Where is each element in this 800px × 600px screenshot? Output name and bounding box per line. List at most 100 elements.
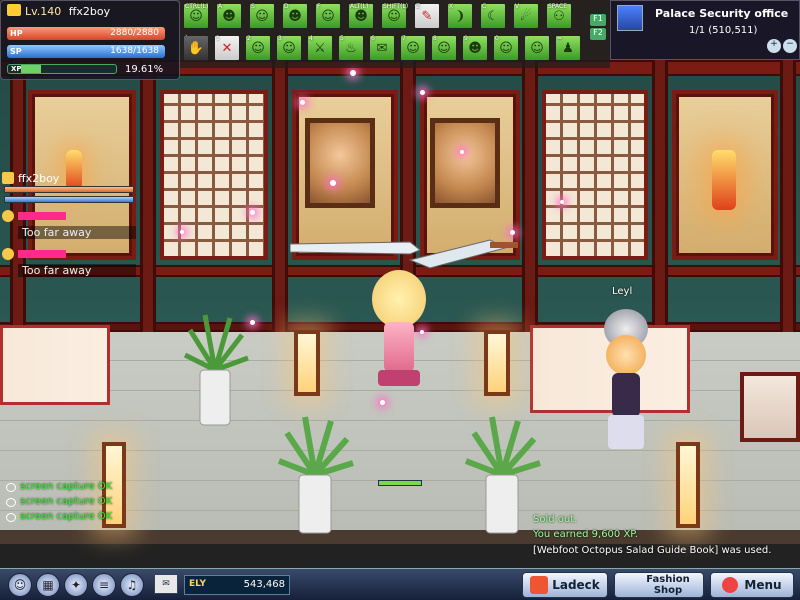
potted-plant xyxy=(464,416,541,534)
skill-slot[interactable]: 6 ✉ xyxy=(369,35,395,61)
skill-slot[interactable]: X ❩ xyxy=(447,3,473,29)
chat-icon xyxy=(6,483,16,492)
ladeck-button[interactable]: Ladeck xyxy=(522,572,608,598)
hp-bar: HP 2880/2880 xyxy=(7,27,165,40)
skill-slot[interactable]: 8 ☺ xyxy=(431,35,457,61)
slot-key-label: 2 xyxy=(247,35,251,42)
skill-slot[interactable]: 4 ⚔ xyxy=(307,35,333,61)
hotbar-page-button[interactable]: F1 xyxy=(590,14,606,26)
skill-slot[interactable]: 9 ☻ xyxy=(462,35,488,61)
skill-slot[interactable]: = ♟ xyxy=(555,35,581,61)
bottom-toolbar: ☺ ▦ ✦ ≡ ♫ ✉ ELY 543,468 Ladeck Fashion S… xyxy=(0,568,800,600)
fashion-label-line1: Fashion xyxy=(646,574,690,585)
xp-percent: 19.61% xyxy=(125,64,164,75)
slot-key-label: 9 xyxy=(464,35,468,42)
system-item-used-message: [Webfoot Octopus Salad Guide Book] was u… xyxy=(533,545,772,556)
candle-icon xyxy=(712,150,736,210)
slot-key-label: ALT(L) xyxy=(350,3,369,10)
slot-key-label: = xyxy=(557,35,563,42)
currency-amount: 543,468 xyxy=(243,579,285,590)
menu-button[interactable]: Menu xyxy=(710,572,794,598)
skill-slot[interactable]: S ☺ xyxy=(249,3,275,29)
slot-key-label: S xyxy=(251,3,255,10)
npc-character[interactable] xyxy=(598,305,654,455)
slot-key-label: X xyxy=(449,3,454,10)
portrait-painting xyxy=(305,118,375,208)
skill-slot[interactable]: 7 ☺ xyxy=(400,35,426,61)
portrait-painting xyxy=(430,118,500,208)
player-status-panel: Lv.140 ffx2boy HP 2880/2880 SP 1638/1638 X… xyxy=(0,0,180,80)
skill-slot[interactable]: 2 ☺ xyxy=(245,35,271,61)
character-icon[interactable]: ☺ xyxy=(8,573,32,597)
player-character[interactable] xyxy=(364,270,434,388)
party-leader-name: ffx2boy xyxy=(18,172,60,185)
slot-key-label: SHIFT(L) xyxy=(383,3,409,10)
slot-key-label: 4 xyxy=(309,35,313,42)
map-coords: (510,511) xyxy=(708,25,758,36)
party-member-name-redacted xyxy=(18,212,66,220)
skill-slot[interactable]: ALT(L) ☻ xyxy=(348,3,374,29)
pet-hp-bar xyxy=(378,480,422,486)
skill-slot[interactable]: SPACE ⚇ xyxy=(546,3,572,29)
slot-key-label: 6 xyxy=(371,35,375,42)
chat-line: screen capture OK xyxy=(20,511,113,522)
lamp-icon xyxy=(294,330,320,396)
skill-slot[interactable]: SHIFT(L) ☺ xyxy=(381,3,409,29)
lamp-icon xyxy=(676,442,700,528)
skill-slot[interactable]: A ☻ xyxy=(216,3,242,29)
slot-key-label: 7 xyxy=(402,35,406,42)
skill-slot[interactable]: 1 ✕ xyxy=(214,35,240,61)
game-scene: Leyl xyxy=(0,0,800,600)
zoom-in-icon[interactable]: + xyxy=(767,39,781,53)
chat-line: screen capture OK xyxy=(20,481,113,492)
slot-key-label: - xyxy=(526,35,529,42)
player-level: Lv.140 xyxy=(25,5,62,18)
lamp-icon xyxy=(484,330,510,396)
xp-fill xyxy=(21,65,41,73)
player-nametag: Leyl xyxy=(612,286,633,297)
star-icon xyxy=(2,248,14,260)
skill-slot[interactable]: F ☺ xyxy=(315,3,341,29)
zoom-out-icon[interactable]: − xyxy=(783,39,797,53)
map-title: Palace Security office xyxy=(655,7,789,20)
hotbar-page-button[interactable]: F2 xyxy=(590,28,606,40)
party-member-status: Too far away xyxy=(18,226,136,239)
map-icon[interactable] xyxy=(617,5,643,31)
potted-plant xyxy=(183,314,249,426)
mail-icon[interactable]: ✉ xyxy=(154,574,178,594)
community-icon[interactable]: ♫ xyxy=(120,573,144,597)
menu-label: Menu xyxy=(744,578,782,592)
skill-slot[interactable]: D ☻ xyxy=(282,3,308,29)
skill-slot[interactable]: 0 ☺ xyxy=(493,35,519,61)
skill-slot[interactable]: 3 ☺ xyxy=(276,35,302,61)
slot-key-label: 1 xyxy=(216,35,220,42)
quest-icon[interactable]: ≡ xyxy=(92,573,116,597)
slot-key-label: 0 xyxy=(495,35,499,42)
sp-bar: SP 1638/1638 xyxy=(7,45,165,58)
ladeck-label: Ladeck xyxy=(552,578,600,592)
inventory-icon[interactable]: ▦ xyxy=(36,573,60,597)
bench xyxy=(740,372,800,442)
skills-icon[interactable]: ✦ xyxy=(64,573,88,597)
floor-edge xyxy=(0,530,800,544)
sp-text: 1638/1638 xyxy=(110,46,159,56)
skill-slot[interactable]: Z ✎ xyxy=(414,3,440,29)
party-sp-bar xyxy=(4,196,134,203)
skill-slot[interactable]: V ☄ xyxy=(513,3,539,29)
hp-text: 2880/2880 xyxy=(110,28,159,38)
skill-slot[interactable]: - ☺ xyxy=(524,35,550,61)
slot-key-label: D xyxy=(284,3,289,10)
sword-effect xyxy=(290,239,518,269)
map-info-panel: Palace Security office 1/1 (510,511) + − xyxy=(610,0,800,60)
slot-key-label: C xyxy=(482,3,487,10)
pillar xyxy=(522,60,538,332)
potted-plant xyxy=(277,416,354,534)
fashion-shop-button[interactable]: Fashion Shop xyxy=(614,572,704,598)
skill-slot[interactable]: C ☾ xyxy=(480,3,506,29)
slot-key-label: V xyxy=(515,3,520,10)
slot-key-label: ` xyxy=(185,35,188,42)
skill-slot[interactable]: 5 ♨ xyxy=(338,35,364,61)
skill-slot[interactable]: CTRL(L) ☺ xyxy=(183,3,209,29)
skill-slot[interactable]: ` ✋ xyxy=(183,35,209,61)
slot-key-label: 3 xyxy=(278,35,282,42)
